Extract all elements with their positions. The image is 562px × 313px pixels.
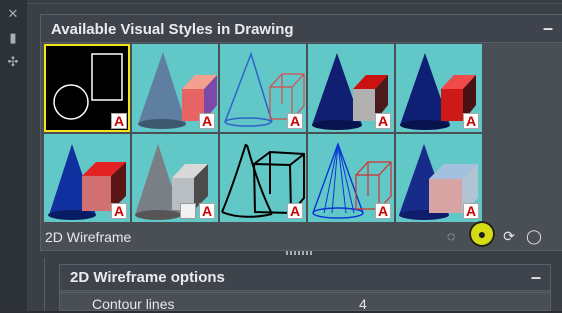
close-icon[interactable]: ✕ [6,7,20,21]
autocad-badge-icon: A [199,203,215,219]
autocad-badge-icon: A [287,113,303,129]
thumb-shaded-with-edges[interactable]: A [44,134,130,222]
palette-side-strip: ✕ ▮ ✣ [0,0,28,311]
thumb-shaded[interactable]: A [396,44,482,132]
export-icon[interactable]: ⟳ [500,227,518,245]
section-header[interactable]: Available Visual Styles in Drawing – [41,15,562,43]
option-row[interactable]: Contour lines 4 [60,292,550,313]
autocad-badge-icon: A [287,203,303,219]
available-styles-section: Available Visual Styles in Drawing – A A… [40,14,562,251]
settings-icon[interactable]: ✣ [6,55,20,69]
autocad-badge-icon: A [199,113,215,129]
visual-styles-panel: Available Visual Styles in Drawing – A A… [27,0,562,313]
autocad-badge-icon: A [463,113,479,129]
thumb-shades-of-gray[interactable]: A [132,134,218,222]
thumb-wireframe[interactable]: A [308,134,394,222]
thumb-conceptual[interactable]: A [132,44,218,132]
options-panel: 2D Wireframe options – Contour lines 4 [44,258,562,313]
autocad-badge-icon: A [375,203,391,219]
visual-style-thumbnail-grid: A A A A A A A A A A [44,44,484,223]
apply-to-viewport-icon[interactable]: ◌ [442,227,460,245]
resize-grip[interactable] [286,251,314,255]
thumb-sketchy[interactable]: A [220,134,306,222]
thumb-x-ray[interactable]: A [396,134,482,222]
autocad-badge-icon: A [111,203,127,219]
options-header[interactable]: 2D Wireframe options – [60,265,550,291]
sketch-badge-icon [180,203,196,219]
thumb-realistic[interactable]: A [308,44,394,132]
autocad-badge-icon: A [463,203,479,219]
thumb-2d-wireframe[interactable]: A [44,44,130,132]
current-visual-style-label: 2D Wireframe [45,229,132,245]
pin-icon[interactable]: ▮ [6,31,20,45]
autocad-badge-icon: A [375,113,391,129]
cleanup-icon[interactable]: ◯ [525,227,543,245]
panel-top-border [27,3,562,4]
autocad-badge-icon: A [111,113,127,129]
options-title: 2D Wireframe options [70,269,225,286]
set-current-icon[interactable]: ● [469,221,495,247]
thumb-hidden[interactable]: A [220,44,306,132]
section-title: Available Visual Styles in Drawing [51,21,294,38]
option-value[interactable]: 4 [359,296,367,312]
options-collapse-button[interactable]: – [531,267,541,288]
collapse-button[interactable]: – [543,18,553,39]
wireframe-options-section: 2D Wireframe options – Contour lines 4 [59,264,551,313]
option-label: Contour lines [92,296,175,312]
